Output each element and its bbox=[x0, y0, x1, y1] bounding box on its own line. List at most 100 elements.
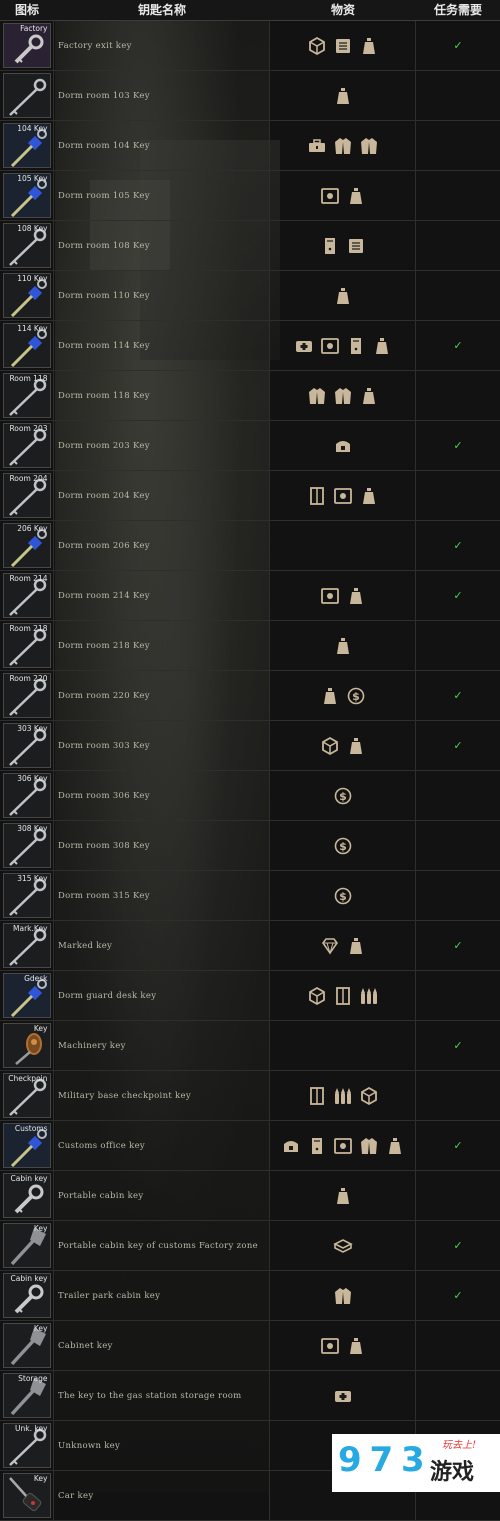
key-name: Customs office key bbox=[54, 1121, 270, 1170]
key-icon: Cabin key bbox=[2, 1273, 51, 1318]
key-icon: Storage bbox=[2, 1373, 51, 1418]
loot-cell bbox=[270, 21, 416, 70]
check-icon: ✓ bbox=[453, 589, 463, 602]
key-name: Dorm room 203 Key bbox=[54, 421, 270, 470]
key-icon-cell: Room 203 bbox=[0, 421, 54, 470]
key-name: Car key bbox=[54, 1471, 270, 1520]
key-tag-label: Factory bbox=[20, 24, 48, 33]
loot-cell bbox=[270, 1271, 416, 1320]
table-row: 306 Key Dorm room 306 Key $ bbox=[0, 771, 500, 821]
key-tag-label: 206 Key bbox=[17, 524, 48, 533]
table-row: Key Cabinet key bbox=[0, 1321, 500, 1371]
loot-cell bbox=[270, 571, 416, 620]
key-icon: Room 203 bbox=[2, 423, 51, 468]
table-row: Customs Customs office key ✓ bbox=[0, 1121, 500, 1171]
key-name: Dorm room 105 Key bbox=[54, 171, 270, 220]
bag-icon bbox=[346, 186, 366, 206]
table-row: 110 Key Dorm room 110 Key bbox=[0, 271, 500, 321]
key-icon: 206 Key bbox=[2, 523, 51, 568]
check-icon: ✓ bbox=[453, 539, 463, 552]
bag-icon bbox=[385, 1136, 405, 1156]
key-icon-cell: Key bbox=[0, 1021, 54, 1070]
key-icon-cell: Key bbox=[0, 1221, 54, 1270]
key-icon: Room 218 bbox=[2, 623, 51, 668]
key-icon: Customs bbox=[2, 1123, 51, 1168]
loot-cell bbox=[270, 71, 416, 120]
diamond-icon bbox=[320, 936, 340, 956]
key-icon: Room 204 bbox=[2, 473, 51, 518]
quest-cell bbox=[416, 1321, 500, 1370]
key-icon-cell: Storage bbox=[0, 1371, 54, 1420]
table-row: 105 Key Dorm room 105 Key bbox=[0, 171, 500, 221]
table-row: 315 Key Dorm room 315 Key $ bbox=[0, 871, 500, 921]
quest-cell bbox=[416, 271, 500, 320]
check-icon: ✓ bbox=[453, 39, 463, 52]
quest-cell: ✓ bbox=[416, 921, 500, 970]
key-name: Dorm room 114 Key bbox=[54, 321, 270, 370]
table-row: Cabin key Trailer park cabin key ✓ bbox=[0, 1271, 500, 1321]
key-name: Dorm room 204 Key bbox=[54, 471, 270, 520]
check-icon: ✓ bbox=[453, 1139, 463, 1152]
check-icon: ✓ bbox=[453, 689, 463, 702]
key-tag-label: 303 Key bbox=[17, 724, 48, 733]
svg-text:$: $ bbox=[339, 790, 347, 803]
loot-cell bbox=[270, 371, 416, 420]
loot-cell bbox=[270, 521, 416, 570]
key-icon: Room 220 bbox=[2, 673, 51, 718]
key-icon-cell: 303 Key bbox=[0, 721, 54, 770]
key-name: Unknown key bbox=[54, 1421, 270, 1470]
loot-cell bbox=[270, 921, 416, 970]
key-icon-cell: Checkpoin bbox=[0, 1071, 54, 1120]
key-tag-label: Mark.Key bbox=[13, 924, 48, 933]
quest-cell bbox=[416, 621, 500, 670]
key-tag-label: Room 203 bbox=[9, 424, 48, 433]
medbag-icon bbox=[294, 336, 314, 356]
key-icon: Key bbox=[2, 1223, 51, 1268]
quest-cell bbox=[416, 821, 500, 870]
table-row: Room 214 Dorm room 214 Key ✓ bbox=[0, 571, 500, 621]
key-tag-label: 114 Key bbox=[17, 324, 48, 333]
key-icon: Room 214 bbox=[2, 573, 51, 618]
key-tag-label: Key bbox=[33, 1474, 48, 1483]
quest-cell: ✓ bbox=[416, 21, 500, 70]
loot-cell bbox=[270, 1021, 416, 1070]
svg-text:$: $ bbox=[339, 840, 347, 853]
check-icon: ✓ bbox=[453, 1239, 463, 1252]
table-header: 图标 钥匙名称 物资 任务需要 bbox=[0, 0, 500, 21]
key-icon: Gdesk bbox=[2, 973, 51, 1018]
quest-cell: ✓ bbox=[416, 1021, 500, 1070]
key-name: Dorm room 108 Key bbox=[54, 221, 270, 270]
key-icon-cell: 315 Key bbox=[0, 871, 54, 920]
key-name: Portable cabin key of customs Factory zo… bbox=[54, 1221, 270, 1270]
key-name: Dorm room 303 Key bbox=[54, 721, 270, 770]
loot-cell bbox=[270, 171, 416, 220]
files-icon bbox=[333, 36, 353, 56]
bag-icon bbox=[372, 336, 392, 356]
key-icon-cell bbox=[0, 71, 54, 120]
table-row: Mark.Key Marked key ✓ bbox=[0, 921, 500, 971]
key-name: Dorm room 103 Key bbox=[54, 71, 270, 120]
table-row: Room 220 Dorm room 220 Key $ ✓ bbox=[0, 671, 500, 721]
jacket-icon bbox=[333, 1286, 353, 1306]
quest-cell: ✓ bbox=[416, 321, 500, 370]
coin-icon: $ bbox=[333, 786, 353, 806]
table-row: Storage The key to the gas station storag… bbox=[0, 1371, 500, 1421]
key-icon: 303 Key bbox=[2, 723, 51, 768]
safe-icon bbox=[333, 486, 353, 506]
quest-cell: ✓ bbox=[416, 1271, 500, 1320]
table-row: Room 118 Dorm room 118 Key bbox=[0, 371, 500, 421]
key-icon-cell: Gdesk bbox=[0, 971, 54, 1020]
key-icon: 308 Key bbox=[2, 823, 51, 868]
quest-cell bbox=[416, 121, 500, 170]
table-row: 114 Key Dorm room 114 Key ✓ bbox=[0, 321, 500, 371]
table-row: Dorm room 103 Key bbox=[0, 71, 500, 121]
key-icon-cell: 306 Key bbox=[0, 771, 54, 820]
quest-cell: ✓ bbox=[416, 421, 500, 470]
key-icon: Room 118 bbox=[2, 373, 51, 418]
check-icon: ✓ bbox=[453, 439, 463, 452]
key-icon-cell: 308 Key bbox=[0, 821, 54, 870]
bag-icon bbox=[359, 486, 379, 506]
key-icon-cell: Room 218 bbox=[0, 621, 54, 670]
table-row: Factory Factory exit key ✓ bbox=[0, 21, 500, 71]
key-tag-label: Customs bbox=[14, 1124, 48, 1133]
